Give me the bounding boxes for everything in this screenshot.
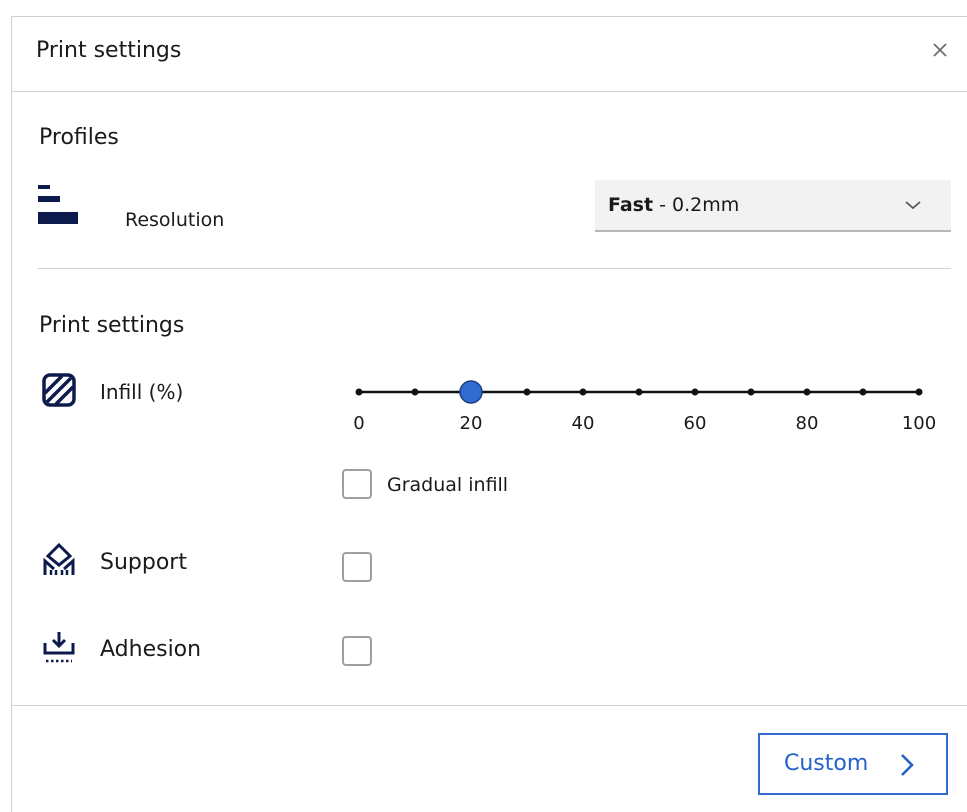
slider-tick-dot <box>915 388 923 396</box>
slider-tick-label: 80 <box>795 413 819 434</box>
gradual-infill-label: Gradual infill <box>387 474 509 496</box>
slider-tick-label: 20 <box>459 413 483 434</box>
resolution-value: Fast - 0.2mm <box>608 194 740 216</box>
custom-button[interactable]: Custom <box>758 733 948 795</box>
slider-tick-dot <box>691 388 699 396</box>
resolution-dropdown[interactable]: Fast - 0.2mm <box>595 180 951 232</box>
print-settings-panel: Print settings Profiles Resolution Fast … <box>11 16 967 812</box>
slider-tick-dot <box>355 388 363 396</box>
slider-tick-dot <box>747 388 755 396</box>
support-label: Support <box>100 550 187 575</box>
slider-tick-dot <box>803 388 811 396</box>
resolution-icon <box>38 185 78 224</box>
slider-tick-dot <box>523 388 531 396</box>
infill-slider[interactable]: 0 20 40 60 80 100 <box>353 377 937 437</box>
slider-tick-label: 40 <box>571 413 595 434</box>
slider-tick-dot <box>859 388 867 396</box>
slider-tick-label: 60 <box>683 413 707 434</box>
close-icon[interactable] <box>929 39 951 61</box>
gradual-infill-checkbox[interactable] <box>342 469 372 499</box>
slider-tick-dot <box>411 388 419 396</box>
resolution-label: Resolution <box>125 209 225 231</box>
slider-handle[interactable] <box>459 380 483 404</box>
adhesion-icon <box>43 632 75 663</box>
adhesion-label: Adhesion <box>100 637 202 662</box>
slider-tick-dot <box>635 388 643 396</box>
infill-icon <box>42 373 76 407</box>
custom-button-label: Custom <box>784 751 869 776</box>
adhesion-checkbox[interactable] <box>342 636 372 666</box>
print-settings-heading: Print settings <box>39 313 185 338</box>
slider-tick-label: 0 <box>353 413 365 434</box>
slider-tick-dot <box>579 388 587 396</box>
support-checkbox[interactable] <box>342 552 372 582</box>
panel-title: Print settings <box>36 38 182 63</box>
support-icon <box>43 543 75 575</box>
section-divider <box>38 268 951 269</box>
infill-slider-track <box>355 380 923 404</box>
footer-divider <box>12 705 967 706</box>
profiles-heading: Profiles <box>39 125 119 150</box>
slider-tick-label: 100 <box>901 413 937 434</box>
infill-label: Infill (%) <box>100 380 184 404</box>
chevron-right-icon <box>901 754 914 776</box>
chevron-down-icon <box>905 201 921 210</box>
panel-header: Print settings <box>12 17 967 92</box>
